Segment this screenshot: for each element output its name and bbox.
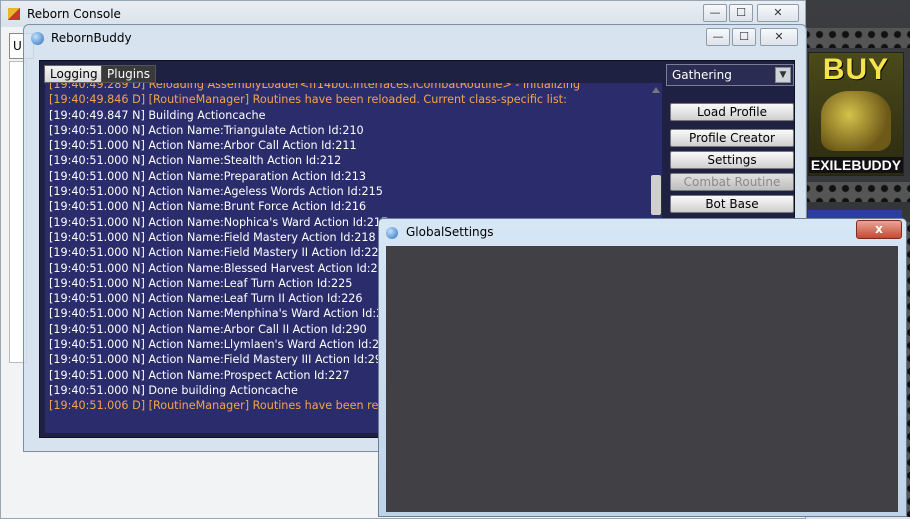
log-line: [19:40:51.000 N] Action Name:Triangulate… — [49, 123, 364, 137]
console-app-icon — [8, 8, 20, 20]
rebornbuddy-title: RebornBuddy — [51, 31, 132, 45]
botbase-select[interactable]: Gathering ▼ — [666, 64, 794, 86]
globalsettings-app-icon — [386, 227, 398, 239]
gs-close-button[interactable]: x — [856, 220, 902, 239]
settings-button[interactable]: Settings — [670, 151, 794, 169]
botbase-select-value: Gathering — [672, 68, 732, 82]
speaker-grille — [800, 182, 910, 202]
console-maximize-button[interactable]: ☐ — [729, 4, 753, 22]
combat-routine-button[interactable]: Combat Routine — [670, 173, 794, 191]
console-close-button[interactable]: ✕ — [757, 4, 799, 22]
console-title: Reborn Console — [27, 7, 121, 21]
rb-minimize-button[interactable]: — — [706, 28, 730, 46]
log-line: [19:40:49.846 D] [RoutineManager] Routin… — [49, 93, 567, 107]
load-profile-button[interactable]: Load Profile — [670, 103, 794, 121]
chevron-down-icon[interactable]: ▼ — [775, 67, 791, 83]
log-line: [19:40:51.000 N] Action Name:Ageless Wor… — [49, 185, 383, 199]
log-line: [19:40:51.000 N] Action Name:Stealth Act… — [49, 154, 342, 168]
exilebuddy-ad-banner[interactable]: BUY EXILEBUDDY — [808, 52, 904, 176]
bot-base-button[interactable]: Bot Base — [670, 195, 794, 213]
ad-banner-secondary — [808, 210, 902, 218]
globalsettings-title: GlobalSettings — [406, 225, 494, 239]
scroll-up-arrow-icon[interactable] — [652, 87, 660, 93]
rb-maximize-button[interactable]: ☐ — [732, 28, 756, 46]
speaker-grille — [800, 28, 910, 48]
log-line: [19:40:49.289 D] Reloading AssemblyLoade… — [49, 83, 581, 91]
ad-brand-text: EXILEBUDDY — [809, 157, 903, 173]
ad-character-image — [821, 91, 891, 151]
console-minimize-button[interactable]: — — [703, 4, 727, 22]
rb-close-button[interactable]: ✕ — [760, 28, 798, 46]
profile-creator-button[interactable]: Profile Creator — [670, 129, 794, 147]
scroll-thumb[interactable] — [651, 175, 661, 215]
tab-logging[interactable]: Logging — [44, 65, 104, 83]
log-line: [19:40:51.000 N] Action Name:Arbor Call … — [49, 139, 357, 153]
tab-plugins[interactable]: Plugins — [101, 65, 156, 83]
log-line: [19:40:49.847 N] Building Actioncache — [49, 108, 266, 122]
ad-buy-text: BUY — [822, 53, 890, 86]
globalsettings-content — [386, 246, 898, 512]
log-line: [19:40:51.000 N] Action Name:Preparation… — [49, 169, 367, 183]
global-settings-window: GlobalSettings x — [378, 218, 907, 517]
log-line: [19:40:51.000 N] Action Name:Brunt Force… — [49, 200, 367, 214]
rebornbuddy-app-icon — [31, 32, 44, 45]
